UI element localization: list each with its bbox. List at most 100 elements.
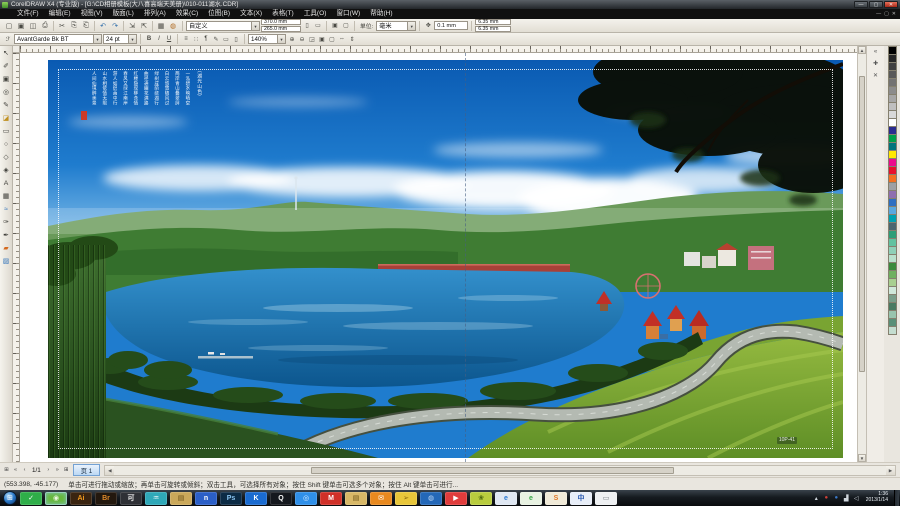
taskbar-antivirus[interactable]: ✓ (20, 491, 42, 505)
crop-tool[interactable]: ▣ (1, 74, 12, 85)
taskbar-m-app[interactable]: M (320, 491, 342, 505)
smart-fill-tool[interactable]: ◪ (1, 113, 12, 124)
font-size-combo[interactable]: 24 pt ▾ (103, 34, 137, 44)
units-combo[interactable]: 毫米 ▾ (376, 20, 417, 31)
portrait-button[interactable]: ▯ (302, 20, 312, 31)
new-button[interactable]: ▢ (3, 20, 15, 31)
menu-edit[interactable]: 编辑(E) (44, 9, 76, 19)
vertical-scroll-thumb[interactable] (859, 76, 865, 372)
ellipse-tool[interactable]: ○ (1, 139, 12, 150)
zoom-tool[interactable]: ◎ (1, 87, 12, 98)
save-button[interactable]: ◫ (27, 20, 39, 31)
undo-button[interactable]: ↶ (97, 20, 109, 31)
zoom-out-button[interactable]: ⊖ (297, 34, 307, 45)
network-icon[interactable]: ▟ (843, 495, 850, 502)
doc-control-2[interactable]: ✕ (892, 9, 896, 19)
menu-text[interactable]: 文本(X) (235, 9, 267, 19)
menu-tools[interactable]: 工具(O) (299, 9, 332, 19)
last-page-button[interactable]: » (53, 465, 62, 476)
zoom-page-button[interactable]: ▢ (327, 34, 337, 45)
italic-button[interactable]: I (154, 34, 164, 45)
menu-help[interactable]: 帮助(H) (365, 9, 397, 19)
start-button[interactable]: ⊞ (3, 491, 17, 505)
zoom-page-width-button[interactable]: ⇔ (337, 34, 347, 45)
zoom-level-combo[interactable]: 140% ▾ (248, 34, 286, 44)
outline-pen-tool[interactable]: ✒ (1, 230, 12, 241)
scroll-left-arrow[interactable]: ◀ (105, 465, 115, 475)
doc-control-0[interactable]: — (876, 9, 881, 19)
print-button[interactable]: ⎙ (39, 20, 51, 31)
collapse-chevrons-icon[interactable]: « (871, 48, 881, 57)
zoom-all-objects-button[interactable]: ▣ (317, 34, 327, 45)
paper-width-field[interactable]: 370.0 mm (261, 19, 301, 25)
taskbar-pictures-folder[interactable]: ▤ (170, 491, 192, 505)
landscape-button[interactable]: ▭ (313, 20, 323, 31)
pin-icon[interactable]: ✚ (871, 60, 881, 69)
vertical-text-button[interactable]: ▯ (231, 34, 241, 45)
horizontal-scroll-thumb[interactable] (310, 466, 674, 474)
menu-bitmaps[interactable]: 位图(B) (203, 9, 235, 19)
scroll-up-arrow[interactable]: ▲ (858, 46, 866, 54)
import-button[interactable]: ⇲ (126, 20, 138, 31)
menu-window[interactable]: 窗口(W) (331, 9, 365, 19)
open-button[interactable]: ▣ (15, 20, 27, 31)
scroll-down-arrow[interactable]: ▼ (858, 454, 866, 462)
show-desktop-button[interactable] (894, 490, 899, 506)
palette-swatch-35[interactable] (887, 326, 897, 335)
taskbar-bridge[interactable]: Br (95, 491, 117, 505)
drawing-canvas[interactable]: （湖光山色） 一泓碧水映晴空 两岸青山叠翠屏 白云悠悠随风过 绿树成荫绕湖行 曲径通幽花满… (20, 53, 857, 462)
interactive-fill-tool[interactable]: ▨ (1, 256, 12, 267)
vertical-scrollbar[interactable]: ▲ ▼ (857, 46, 866, 462)
close-icon[interactable]: ✕ (871, 72, 881, 81)
shape-tool[interactable]: ✐ (1, 61, 12, 72)
paper-height-field[interactable]: 265.0 mm (261, 26, 301, 32)
taskbar-browser-360[interactable]: e (520, 491, 542, 505)
rectangle-tool[interactable]: ▭ (1, 126, 12, 137)
taskbar-ie[interactable]: e (495, 491, 517, 505)
interactive-blend-tool[interactable]: ≈ (1, 204, 12, 215)
taskbar-kingsoft-bird[interactable]: ➢ (395, 491, 417, 505)
edit-text-button[interactable]: ✎ (211, 34, 221, 45)
menu-file[interactable]: 文件(F) (12, 9, 44, 19)
doc-control-1[interactable]: ▢ (884, 9, 889, 19)
taskbar-foxmail[interactable]: ✉ (370, 491, 392, 505)
duplicate-y-field[interactable]: 6.35 mm (475, 26, 512, 32)
taskbar-illustrator[interactable]: Ai (70, 491, 92, 505)
taskbar-coreldraw[interactable]: ◉ (45, 491, 67, 505)
text-tool[interactable]: A (1, 178, 12, 189)
horizontal-ruler[interactable] (20, 46, 857, 53)
add-page-button[interactable]: ⊞ (2, 465, 11, 476)
taskbar-browser-swirl[interactable]: ◎ (295, 491, 317, 505)
taskbar-sogou[interactable]: S (545, 491, 567, 505)
scroll-right-arrow[interactable]: ▶ (886, 465, 895, 475)
next-page-button[interactable]: › (44, 465, 53, 476)
menu-effects[interactable]: 效果(C) (171, 9, 203, 19)
paste-button[interactable]: ⎗ (80, 20, 92, 31)
bold-button[interactable]: B (144, 34, 154, 45)
all-pages-button[interactable]: ▣ (330, 20, 340, 31)
taskbar-k-player[interactable]: K (245, 491, 267, 505)
copy-button[interactable]: ⎘ (68, 20, 80, 31)
app-launcher-button[interactable]: ▦ (155, 20, 167, 31)
maximize-button[interactable]: ▢ (869, 1, 883, 8)
document-window-controls[interactable]: — ▢ ✕ (876, 9, 900, 19)
underline-button[interactable]: U (164, 34, 174, 45)
current-page-button[interactable]: ▢ (341, 20, 351, 31)
prev-page-button[interactable]: ‹ (20, 465, 29, 476)
duplicate-x-field[interactable]: 6.35 mm (475, 19, 512, 25)
taskbar-n-app[interactable]: n (195, 491, 217, 505)
taskbar-media-app[interactable]: ♒ (145, 491, 167, 505)
alignment-button[interactable]: ≡ (181, 34, 191, 45)
basic-shapes-tool[interactable]: ◈ (1, 165, 12, 176)
freehand-tool[interactable]: ✎ (1, 100, 12, 111)
welcome-button[interactable]: ◍ (167, 20, 179, 31)
taskbar-folder[interactable]: ▤ (345, 491, 367, 505)
export-button[interactable]: ⇱ (138, 20, 150, 31)
redo-button[interactable]: ↷ (109, 20, 121, 31)
taskbar-photoshop[interactable]: Ps (220, 491, 242, 505)
page-tab[interactable]: 页 1 (72, 464, 101, 476)
first-page-button[interactable]: « (11, 465, 20, 476)
fill-tool[interactable]: ▰ (1, 243, 12, 254)
polygon-tool[interactable]: ◇ (1, 152, 12, 163)
zoom-selected-button[interactable]: ◲ (307, 34, 317, 45)
